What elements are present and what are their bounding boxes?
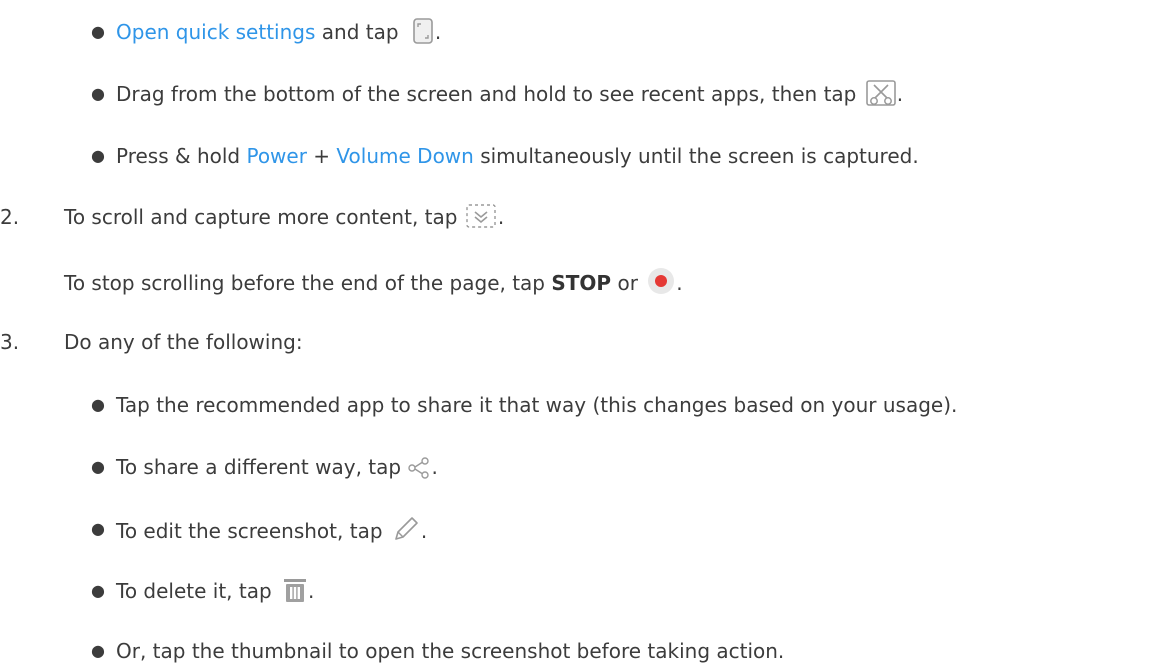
scissors-screenshot-icon [865, 79, 897, 107]
punct: . [431, 455, 438, 479]
bullet-text: and tap [315, 20, 405, 44]
bullet-dot: ● [91, 519, 105, 538]
red-record-icon [646, 266, 676, 296]
step-number: 2. [0, 205, 20, 229]
step-text: Do any of the following: [64, 330, 303, 354]
bullet-text: Drag from the bottom of the screen and h… [116, 82, 863, 106]
punct: . [676, 271, 683, 295]
bullet-dot: ● [91, 146, 105, 165]
item-text: To delete it, tap [116, 579, 279, 603]
item-text: To share a different way, tap [116, 455, 408, 479]
punct: . [434, 20, 442, 44]
step-text: To scroll and capture more content, tap [64, 205, 464, 229]
step-number: 3. [0, 330, 20, 354]
punct: . [896, 82, 904, 106]
step-subtext: To stop scrolling before the end of the … [64, 271, 552, 295]
bullet-dot: ● [91, 457, 105, 476]
punct: . [420, 519, 428, 543]
bullet-dot: ● [91, 641, 105, 660]
item-text: Tap the recommended app to share it that… [116, 393, 958, 417]
power-link[interactable]: Power [246, 144, 306, 168]
bullet-dot: ● [91, 581, 105, 600]
plus-text: + [306, 144, 337, 168]
punct: . [497, 205, 505, 229]
volume-down-link[interactable]: Volume Down [336, 144, 473, 168]
or-text: or [611, 271, 645, 295]
bullet-text: simultaneously until the screen is captu… [473, 144, 919, 168]
item-text: To edit the screenshot, tap [116, 519, 389, 543]
bullet-dot: ● [91, 84, 105, 103]
trash-icon [282, 576, 308, 604]
scroll-capture-icon [464, 202, 498, 230]
item-text: Or, tap the thumbnail to open the screen… [116, 639, 785, 663]
pencil-icon [391, 514, 421, 544]
bullet-dot: ● [91, 395, 105, 414]
bullet-dot: ● [91, 22, 105, 41]
screenshot-tile-icon [411, 17, 435, 45]
open-quick-settings-link[interactable]: Open quick settings [116, 20, 315, 44]
stop-label: STOP [551, 271, 612, 295]
bullet-text: Press & hold [116, 144, 247, 168]
share-icon [407, 456, 431, 480]
punct: . [308, 579, 315, 603]
